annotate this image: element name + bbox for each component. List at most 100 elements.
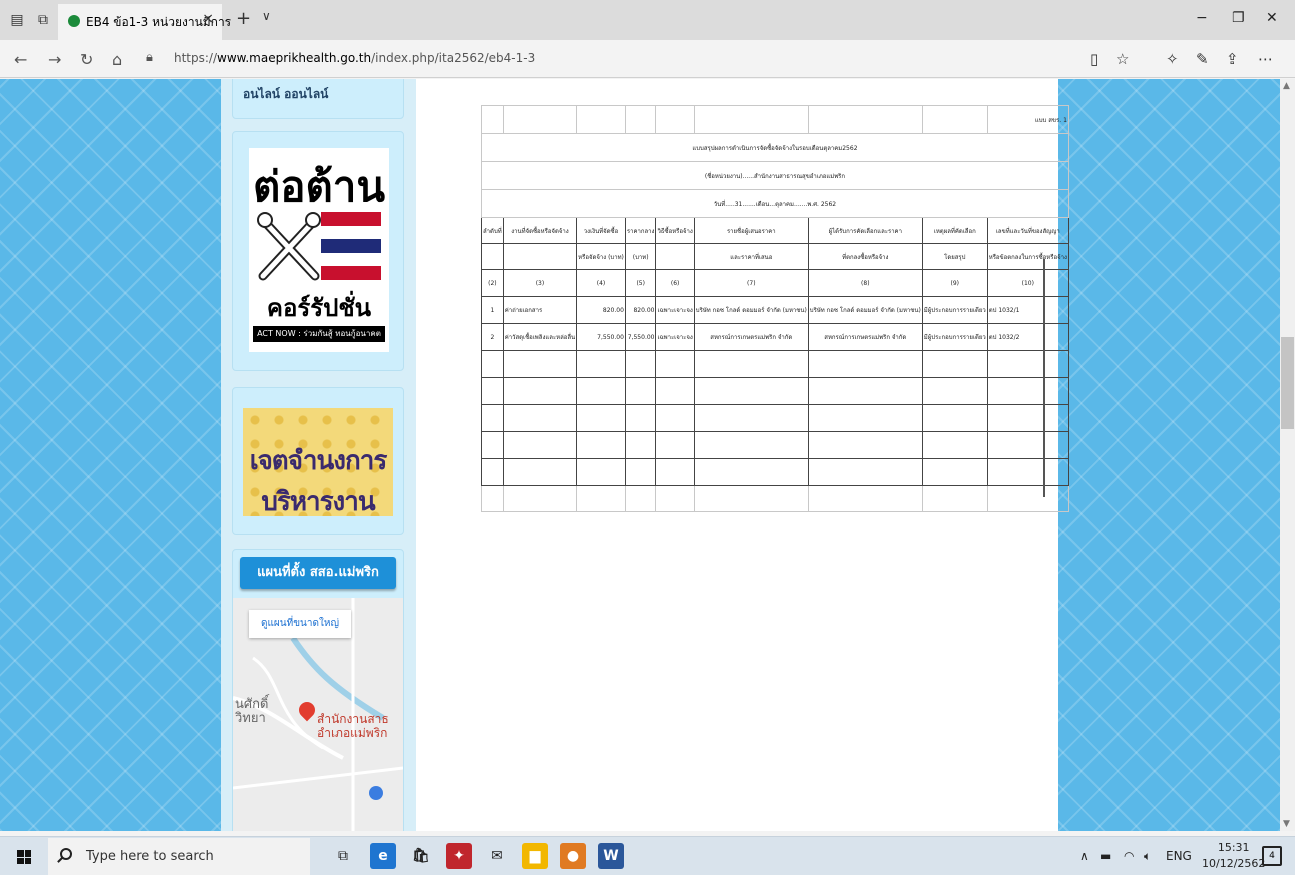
- gift-app-icon[interactable]: ✦: [446, 843, 472, 869]
- pen-notes-icon[interactable]: ✎: [1196, 50, 1209, 68]
- empty-row: [481, 431, 1069, 459]
- tab-preview-icon[interactable]: ▤: [6, 9, 28, 31]
- map-enlarge-link[interactable]: ดูแผนที่ขนาดใหญ่: [249, 610, 351, 638]
- table-cell: 820.00: [576, 296, 626, 324]
- mail-icon[interactable]: ✉: [484, 843, 510, 869]
- column-number: (3): [502, 269, 578, 297]
- header-cell: งานที่จัดซื้อหรือจัดจ้าง: [502, 217, 578, 244]
- map-place-label: นศักดิ์ วิทยา: [235, 697, 269, 726]
- minimize-button[interactable]: −: [1196, 10, 1208, 26]
- address-bar: ← → ↻ ⌂ 🔒︎ https://www.maeprikhealth.go.…: [0, 40, 1295, 78]
- taskbar-search-input[interactable]: Type here to search: [48, 838, 310, 875]
- column-number: (7): [693, 269, 809, 297]
- online-box: อนไลน์ ออนไลน์: [232, 79, 404, 119]
- share-icon[interactable]: ⇪: [1226, 50, 1239, 68]
- store-icon[interactable]: 🛍︎: [408, 843, 434, 869]
- lock-icon[interactable]: 🔒︎: [146, 50, 153, 65]
- header-cell: ผู้ได้รับการคัดเลือกและราคา: [807, 217, 923, 244]
- wifi-icon[interactable]: ◠: [1124, 849, 1134, 863]
- table-cell: เฉพาะเจาะจง: [655, 323, 695, 351]
- line-app-icon[interactable]: ●: [560, 843, 586, 869]
- tab-close-icon[interactable]: ×: [202, 11, 214, 27]
- header-cell: ราคากลาง: [624, 217, 657, 244]
- close-window-button[interactable]: ✕: [1266, 10, 1278, 26]
- empty-row: [481, 458, 1069, 486]
- column-number-row: (2) (3) (4) (5) (6) (7) (8) (9) (10): [481, 269, 1069, 297]
- back-arrow-icon[interactable]: ←: [14, 50, 27, 69]
- restore-button[interactable]: ❐: [1232, 10, 1245, 26]
- set-aside-tabs-icon[interactable]: ⧉: [32, 9, 54, 31]
- scroll-down-icon[interactable]: ▼: [1283, 819, 1290, 829]
- tab-list-chevron-icon[interactable]: ∨: [262, 9, 271, 23]
- anticorruption-title: ต่อต้าน: [252, 162, 386, 211]
- tab-active[interactable]: EB4 ข้อ1-3 หน่วยงานมีการ ×: [58, 4, 231, 40]
- task-view-icon[interactable]: ⧉: [330, 843, 356, 869]
- anticorruption-poster[interactable]: ต่อต้าน คอร์รัปชั่น ACT NOW : ร่วมกันสู้…: [249, 148, 389, 352]
- home-icon[interactable]: ⌂: [112, 50, 122, 69]
- show-hidden-icons-icon[interactable]: ∧: [1080, 849, 1089, 863]
- system-clock[interactable]: 15:31 10/12/2562: [1202, 840, 1265, 872]
- table-cell: 2: [481, 323, 504, 351]
- language-indicator[interactable]: ENG: [1166, 849, 1192, 863]
- header-cell: วิธีซื้อหรือจ้าง: [655, 217, 695, 244]
- header-cell: [655, 243, 695, 270]
- clock-date: 10/12/2562: [1202, 857, 1266, 870]
- more-menu-icon[interactable]: ⋯: [1258, 50, 1273, 68]
- sidebar: อนไลน์ ออนไลน์ ต่อต้าน คอร์รัปชั่น ACT N…: [221, 79, 416, 831]
- crossed-arms-icon: [257, 212, 321, 281]
- notification-center-icon[interactable]: 4: [1262, 846, 1282, 866]
- header-cell: (บาท): [624, 243, 657, 270]
- procurement-document: แบบ สขร. 1 แบบสรุปผลการดำเนินการจัดซื้อจ…: [481, 105, 1069, 515]
- battery-icon[interactable]: ▬: [1100, 849, 1111, 863]
- map-box: แผนที่ตั้ง สสอ.แม่พริก ดูแผนที่ขนาดใหญ่ …: [232, 549, 404, 831]
- map-header: แผนที่ตั้ง สสอ.แม่พริก: [240, 557, 396, 589]
- scrollbar-thumb[interactable]: [1281, 337, 1294, 429]
- table-cell: บริษัท กอซ โกลด์ ดอมมอร์ จำกัด (มหาชน): [693, 296, 809, 324]
- reading-view-icon[interactable]: ▯: [1090, 50, 1098, 68]
- url-text[interactable]: https://www.maeprikhealth.go.th/index.ph…: [174, 51, 535, 65]
- page-scrollbar[interactable]: ▲ ▼: [1280, 79, 1295, 831]
- header-cell: และราคาที่เสนอ: [693, 243, 809, 270]
- header-cell: รายชื่อผู้เสนอราคา: [693, 217, 809, 244]
- tab-bar: ▤ ⧉ EB4 ข้อ1-3 หน่วยงานมีการ × + ∨ − ❐ ✕: [0, 0, 1295, 40]
- new-tab-button[interactable]: +: [236, 8, 251, 29]
- refresh-icon[interactable]: ↻: [80, 50, 93, 69]
- form-code: แบบ สขร. 1: [986, 105, 1069, 134]
- header-cell: เหตุผลที่คัดเลือก: [921, 217, 988, 244]
- url-field[interactable]: 🔒︎ https://www.maeprikhealth.go.th/index…: [140, 46, 1080, 72]
- header-cell: วงเงินที่จัดซื้อ: [576, 217, 626, 244]
- table-cell: ค่าวัสดุเชื้อเพลิงและหล่อลื่น: [502, 323, 578, 351]
- scroll-up-icon[interactable]: ▲: [1283, 81, 1290, 91]
- anticorruption-subtitle: คอร์รัปชั่น: [266, 294, 372, 322]
- intent-box: เจตจำนงการบริหารงาน: [232, 387, 404, 535]
- map-poi-icon[interactable]: [369, 786, 383, 800]
- column-number: (9): [921, 269, 988, 297]
- map-office-label: สำนักงานสาธ อำเภอแม่พริก: [317, 712, 389, 740]
- table-cell: 1: [481, 296, 504, 324]
- empty-row: [481, 377, 1069, 405]
- map-view[interactable]: ดูแผนที่ขนาดใหญ่ นศักดิ์ วิทยา สำนักงานส…: [233, 598, 403, 831]
- start-button[interactable]: [0, 837, 48, 875]
- document-date: วันที่.....31.......เดือน...ตุลาคม......…: [481, 189, 1069, 218]
- anticorruption-slogan: ACT NOW : ร่วมกันสู้ ทอนกู้อนาคต: [253, 326, 385, 342]
- intent-banner[interactable]: เจตจำนงการบริหารงาน: [243, 408, 393, 517]
- table-cell: ค่าถ่ายเอกสาร: [502, 296, 578, 324]
- anticorruption-box: ต่อต้าน คอร์รัปชั่น ACT NOW : ร่วมกันสู้…: [232, 131, 404, 371]
- word-app-icon[interactable]: W: [598, 843, 624, 869]
- file-explorer-icon[interactable]: ▆: [522, 843, 548, 869]
- document-scroll-indicator[interactable]: [1043, 259, 1045, 497]
- forward-arrow-icon[interactable]: →: [48, 50, 61, 69]
- table-row: 2 ค่าวัสดุเชื้อเพลิงและหล่อลื่น 7,550.00…: [481, 323, 1069, 351]
- edge-browser-icon[interactable]: e: [370, 843, 396, 869]
- favorite-star-icon[interactable]: ☆: [1116, 50, 1129, 68]
- header-cell: [502, 243, 578, 270]
- intent-banner-text: เจตจำนงการบริหารงาน: [249, 446, 388, 517]
- column-number: (6): [655, 269, 695, 297]
- online-text: อนไลน์ ออนไลน์: [243, 87, 329, 101]
- volume-icon[interactable]: 🔈︎: [1144, 849, 1151, 864]
- document-agency: (ชื่อหน่วยงาน)......สำนักงานสาธารณสุขอำเ…: [481, 161, 1069, 190]
- header-row-2: หรือจัดจ้าง (บาท) (บาท) และราคาที่เสนอ ท…: [481, 243, 1069, 270]
- header-cell: หรือจัดจ้าง (บาท): [576, 243, 626, 270]
- empty-row: [481, 485, 1069, 512]
- favorites-hub-icon[interactable]: ✧: [1166, 50, 1179, 68]
